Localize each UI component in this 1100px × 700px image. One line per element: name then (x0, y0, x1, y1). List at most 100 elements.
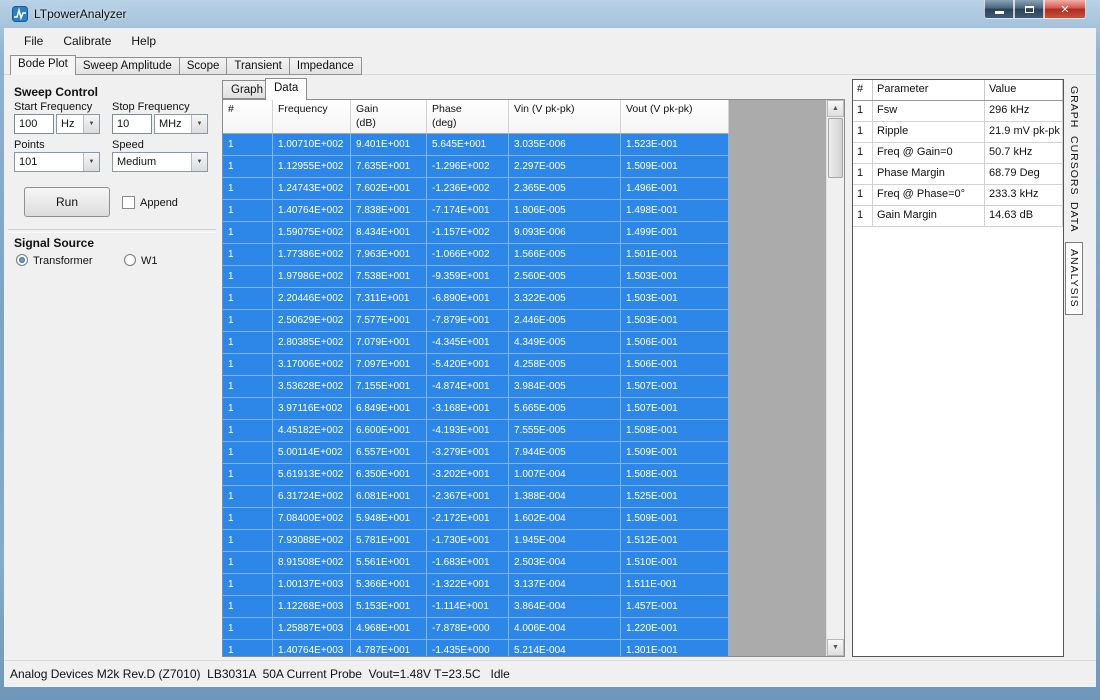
data-grid-cell: -2.367E+001 (427, 486, 509, 508)
side-tab-analysis[interactable]: ANALYSIS (1065, 242, 1083, 315)
data-grid-row[interactable]: 13.17006E+0027.097E+001-5.420E+0014.258E… (223, 354, 729, 376)
stop-frequency-unit-select[interactable]: MHz ▼ (154, 114, 208, 134)
analysis-panel: # Parameter Value 1Fsw296 kHz1Ripple21.9… (852, 79, 1064, 657)
minimize-icon (995, 11, 1004, 14)
data-grid-cell: 1 (223, 640, 273, 657)
data-grid-cell: 7.08400E+002 (273, 508, 351, 530)
analysis-row[interactable]: 1Freq @ Phase=0°233.3 kHz (853, 185, 1063, 206)
minimize-button[interactable] (984, 0, 1014, 19)
data-grid-row[interactable]: 11.59075E+0028.434E+001-1.157E+0029.093E… (223, 222, 729, 244)
append-checkbox[interactable] (122, 196, 135, 209)
data-grid-row[interactable]: 11.25887E+0034.968E+001-7.878E+0004.006E… (223, 618, 729, 640)
data-grid-cell: -6.890E+001 (427, 288, 509, 310)
data-grid-row[interactable]: 11.24743E+0027.602E+001-1.236E+0022.365E… (223, 178, 729, 200)
data-grid-row[interactable]: 15.00114E+0026.557E+001-3.279E+0017.944E… (223, 442, 729, 464)
data-grid-row[interactable]: 15.61913E+0026.350E+001-3.202E+0011.007E… (223, 464, 729, 486)
chevron-down-icon: ▼ (191, 115, 207, 133)
data-grid-cell: -1.066E+002 (427, 244, 509, 266)
column-header-gain[interactable]: Gain (dB) (351, 100, 427, 134)
tab-sweep-amplitude[interactable]: Sweep Amplitude (75, 57, 180, 75)
data-grid-row[interactable]: 11.40764E+0027.838E+001-7.174E+0011.806E… (223, 200, 729, 222)
side-tab-cursors[interactable]: CURSORS (1066, 134, 1082, 198)
column-header-index[interactable]: # (223, 100, 273, 134)
vertical-scrollbar[interactable]: ▲ ▼ (826, 100, 844, 656)
data-grid-cell: 5.61913E+002 (273, 464, 351, 486)
close-button[interactable]: ✕ (1044, 0, 1086, 19)
side-tab-graph[interactable]: GRAPH (1066, 84, 1082, 130)
data-grid-cell: 1.511E-001 (621, 574, 729, 596)
data-grid-row[interactable]: 17.08400E+0025.948E+001-2.172E+0011.602E… (223, 508, 729, 530)
tab-bode-plot[interactable]: Bode Plot (10, 55, 76, 75)
data-grid-cell: -3.202E+001 (427, 464, 509, 486)
titlebar: LTpowerAnalyzer ✕ (0, 0, 1100, 28)
analysis-row[interactable]: 1Gain Margin14.63 dB (853, 206, 1063, 227)
column-header-phase[interactable]: Phase (deg) (427, 100, 509, 134)
start-frequency-label: Start Frequency (14, 101, 92, 113)
data-grid-row[interactable]: 14.45182E+0026.600E+001-4.193E+0017.555E… (223, 420, 729, 442)
data-grid-cell: -7.174E+001 (427, 200, 509, 222)
scrollbar-thumb[interactable] (828, 118, 843, 178)
data-grid-cell: 4.258E-005 (509, 354, 621, 376)
analysis-row[interactable]: 1Ripple21.9 mV pk-pk (853, 122, 1063, 143)
radio-w1[interactable] (124, 254, 136, 266)
analysis-row[interactable]: 1Fsw296 kHz (853, 101, 1063, 122)
data-grid-row[interactable]: 11.00137E+0035.366E+001-1.322E+0013.137E… (223, 574, 729, 596)
data-grid-row[interactable]: 11.12268E+0035.153E+001-1.114E+0013.864E… (223, 596, 729, 618)
data-grid-row[interactable]: 11.00710E+0029.401E+0015.645E+0013.035E-… (223, 134, 729, 156)
data-grid-cell: 1 (223, 442, 273, 464)
data-grid-row[interactable]: 12.20446E+0027.311E+001-6.890E+0013.322E… (223, 288, 729, 310)
scroll-up-button[interactable]: ▲ (827, 100, 844, 117)
start-frequency-unit-select[interactable]: Hz ▼ (56, 114, 100, 134)
start-frequency-input[interactable] (14, 114, 54, 134)
tab-transient[interactable]: Transient (226, 57, 290, 75)
analysis-row[interactable]: 1Freq @ Gain=050.7 kHz (853, 143, 1063, 164)
data-grid-cell: -1.296E+002 (427, 156, 509, 178)
column-header-vin[interactable]: Vin (V pk-pk) (509, 100, 621, 134)
data-grid-cell: 1.220E-001 (621, 618, 729, 640)
column-header-frequency[interactable]: Frequency (273, 100, 351, 134)
menu-calibrate[interactable]: Calibrate (53, 31, 121, 53)
tab-impedance[interactable]: Impedance (289, 57, 362, 75)
tab-data[interactable]: Data (265, 78, 307, 100)
data-grid-cell: 3.035E-006 (509, 134, 621, 156)
data-grid-cell: 5.948E+001 (351, 508, 427, 530)
scroll-down-button[interactable]: ▼ (827, 639, 844, 656)
stop-frequency-input[interactable] (112, 114, 152, 134)
data-grid-cell: 6.31724E+002 (273, 486, 351, 508)
data-grid-row[interactable]: 18.91508E+0025.561E+001-1.683E+0012.503E… (223, 552, 729, 574)
data-grid-row[interactable]: 17.93088E+0025.781E+001-1.730E+0011.945E… (223, 530, 729, 552)
data-grid-row[interactable]: 11.77386E+0027.963E+001-1.066E+0021.566E… (223, 244, 729, 266)
run-button[interactable]: Run (24, 187, 110, 217)
column-header-vout[interactable]: Vout (V pk-pk) (621, 100, 729, 134)
data-grid-cell: 1.509E-001 (621, 508, 729, 530)
data-grid-cell: 4.349E-005 (509, 332, 621, 354)
points-select[interactable]: 101 ▼ (14, 152, 100, 172)
analysis-row[interactable]: 1Phase Margin68.79 Deg (853, 164, 1063, 185)
data-grid-cell: 5.00114E+002 (273, 442, 351, 464)
data-grid-cell: 4.45182E+002 (273, 420, 351, 442)
data-grid-cell: 1.806E-005 (509, 200, 621, 222)
data-grid-row[interactable]: 12.50629E+0027.577E+001-7.879E+0012.446E… (223, 310, 729, 332)
data-grid-cell: -7.878E+000 (427, 618, 509, 640)
maximize-button[interactable] (1014, 0, 1044, 19)
data-grid-cell: 7.097E+001 (351, 354, 427, 376)
data-grid-cell: 1.506E-001 (621, 354, 729, 376)
tab-scope[interactable]: Scope (179, 57, 228, 75)
data-grid-cell: 1.512E-001 (621, 530, 729, 552)
data-grid-row[interactable]: 11.40764E+0034.787E+001-1.435E+0005.214E… (223, 640, 729, 657)
radio-transformer[interactable] (16, 254, 28, 266)
speed-select[interactable]: Medium ▼ (112, 152, 208, 172)
data-grid-row[interactable]: 16.31724E+0026.081E+001-2.367E+0011.388E… (223, 486, 729, 508)
data-grid-row[interactable]: 13.53628E+0027.155E+001-4.874E+0013.984E… (223, 376, 729, 398)
data-grid-row[interactable]: 11.12955E+0027.635E+001-1.296E+0022.297E… (223, 156, 729, 178)
data-grid-cell: 2.20446E+002 (273, 288, 351, 310)
menu-file[interactable]: File (14, 31, 53, 53)
menu-help[interactable]: Help (121, 31, 166, 53)
data-grid-cell: 2.50629E+002 (273, 310, 351, 332)
side-tab-data[interactable]: DATA (1066, 200, 1082, 234)
data-grid-row[interactable]: 12.80385E+0027.079E+001-4.345E+0014.349E… (223, 332, 729, 354)
data-grid-cell: 2.80385E+002 (273, 332, 351, 354)
data-grid-row[interactable]: 13.97116E+0026.849E+001-3.168E+0015.665E… (223, 398, 729, 420)
data-grid-cell: 5.214E-004 (509, 640, 621, 657)
data-grid-row[interactable]: 11.97986E+0027.538E+001-9.359E+0012.560E… (223, 266, 729, 288)
